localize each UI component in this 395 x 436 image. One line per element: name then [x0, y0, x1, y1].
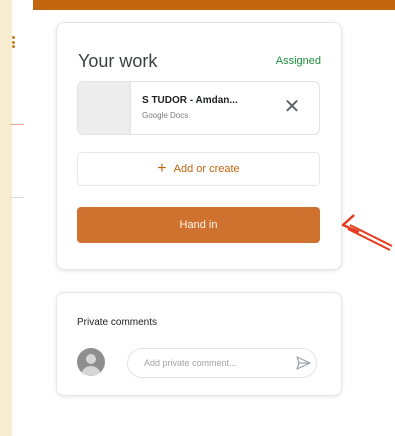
private-comment-input[interactable] [127, 348, 317, 378]
left-strip [0, 0, 12, 436]
kebab-menu-icon[interactable] [11, 36, 15, 48]
plus-icon: + [157, 160, 167, 177]
red-arrow-icon [341, 214, 393, 251]
attachment-thumbnail [78, 82, 131, 134]
user-avatar-icon [77, 348, 105, 376]
attachment-card[interactable]: S TUDOR - Amdan... Google Docs ✕ [77, 81, 320, 135]
attachment-name[interactable]: S TUDOR - Amdan... [142, 95, 238, 106]
add-or-create-label: Add or create [173, 163, 240, 175]
hand-in-label: Hand in [179, 219, 218, 231]
send-icon[interactable] [295, 355, 311, 371]
assignment-status: Assigned [275, 55, 321, 67]
close-icon[interactable]: ✕ [282, 97, 302, 117]
private-comments-card: Private comments [56, 292, 342, 396]
divider [10, 197, 24, 198]
attachment-type: Google Docs [142, 111, 189, 120]
your-work-card: Your work Assigned S TUDOR - Amdan... Go… [56, 22, 342, 270]
your-work-title: Your work [78, 51, 158, 71]
top-banner [33, 0, 395, 10]
hand-in-button[interactable]: Hand in [77, 207, 320, 243]
private-comments-title: Private comments [77, 317, 158, 328]
add-or-create-button[interactable]: + Add or create [77, 152, 320, 186]
divider [10, 124, 24, 125]
